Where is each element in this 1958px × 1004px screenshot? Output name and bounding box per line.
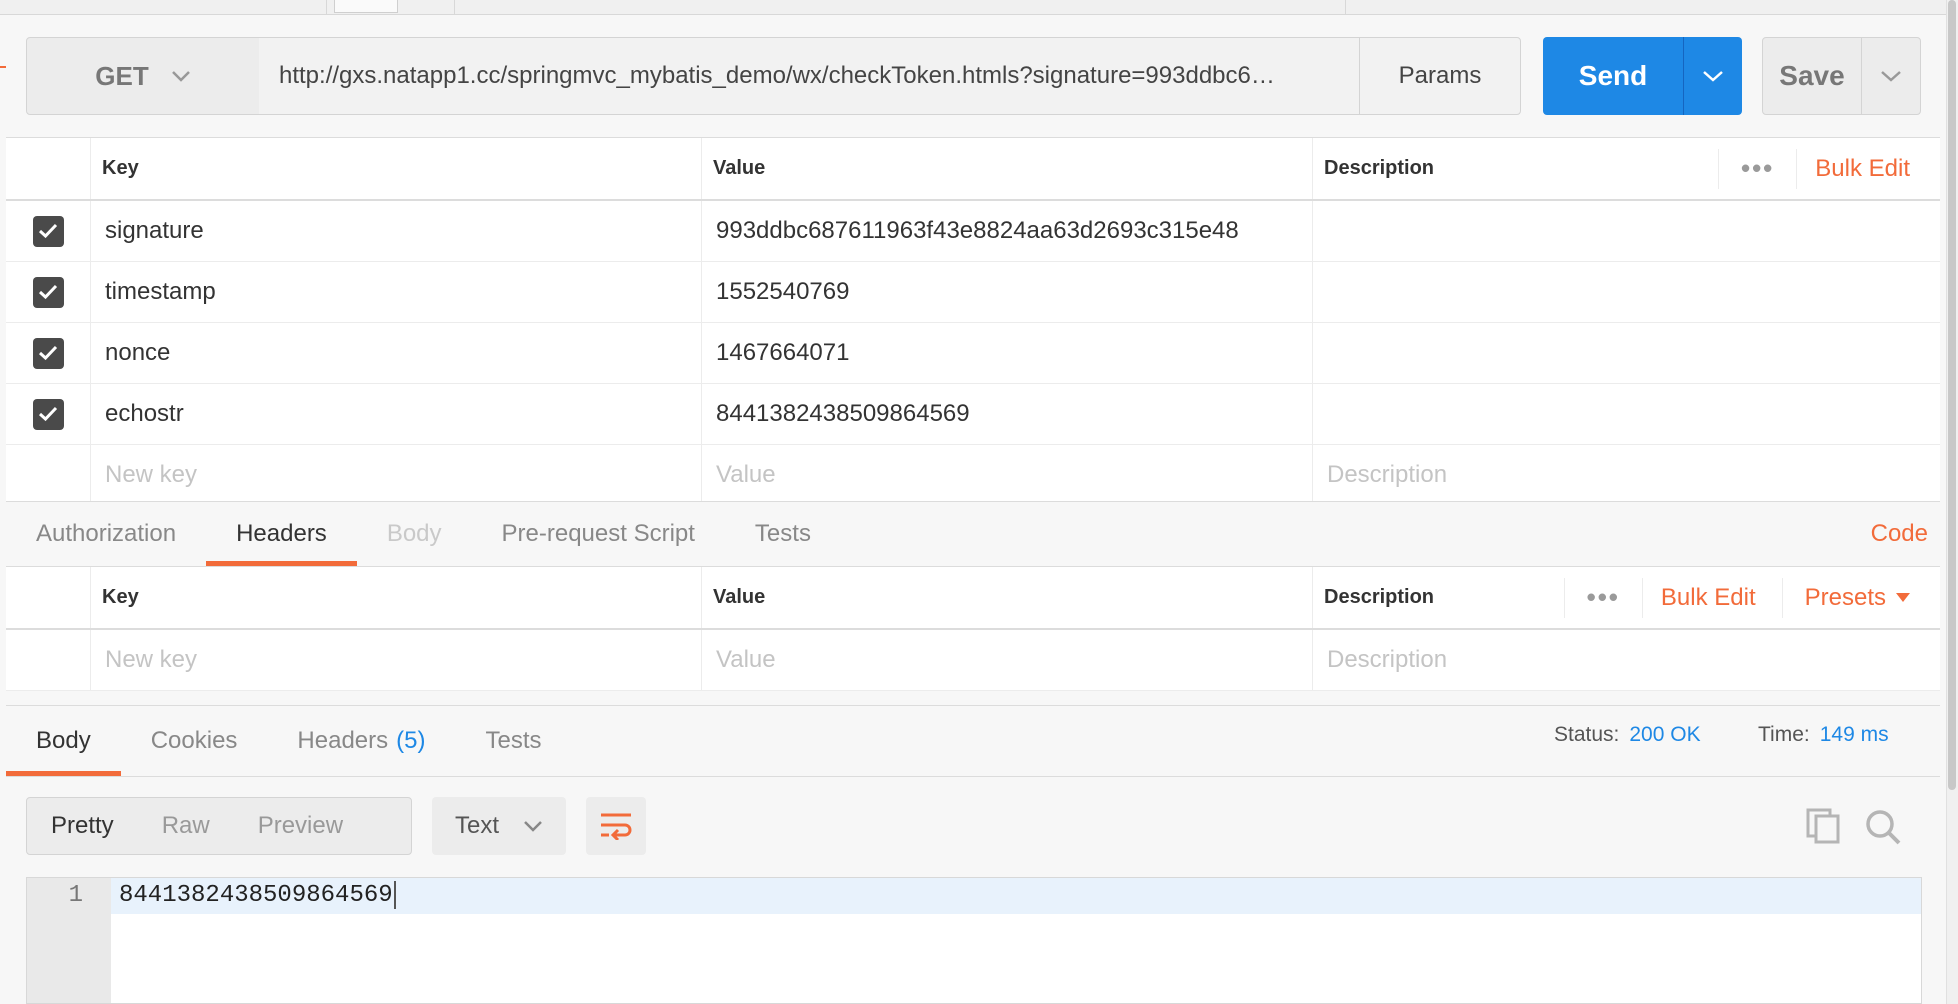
response-time: Time: 149 ms <box>1758 723 1889 746</box>
tab-pre-request-script[interactable]: Pre-request Script <box>472 502 725 566</box>
param-description[interactable] <box>1313 384 1940 444</box>
request-tab-strip <box>0 0 1958 15</box>
text-caret <box>393 880 396 909</box>
view-mode-segmented: Pretty Raw Preview <box>26 797 412 855</box>
col-value: Value <box>702 567 1313 628</box>
send-button[interactable]: Send <box>1543 37 1683 115</box>
copy-icon[interactable] <box>1806 808 1840 849</box>
wrap-lines-button[interactable] <box>586 797 646 855</box>
more-options-icon[interactable]: ••• <box>1565 582 1642 613</box>
col-description: Description ••• Bulk Edit Presets <box>1313 567 1940 628</box>
new-key-input[interactable]: New key <box>91 445 702 505</box>
check-icon <box>38 345 58 361</box>
table-row: nonce 1467664071 <box>6 323 1940 384</box>
param-key[interactable]: nonce <box>91 323 702 383</box>
headers-table: Key Value Description ••• Bulk Edit Pres… <box>6 566 1940 691</box>
chevron-down-icon <box>1881 71 1901 82</box>
bulk-edit-button[interactable]: Bulk Edit <box>1797 155 1910 183</box>
new-header-key-input[interactable]: New key <box>91 630 702 690</box>
new-param-row: New key Value Description <box>6 445 1940 506</box>
new-header-description-input[interactable]: Description <box>1313 630 1940 690</box>
col-key: Key <box>91 138 702 199</box>
row-checkbox[interactable] <box>32 276 64 308</box>
chevron-down-icon <box>1703 71 1723 82</box>
param-value[interactable]: 1467664071 <box>702 323 1313 383</box>
tab-body[interactable]: Body <box>357 502 472 566</box>
format-select[interactable]: Text <box>432 797 566 855</box>
presets-dropdown[interactable]: Presets <box>1783 584 1910 612</box>
param-value[interactable]: 993ddbc687611963f43e8824aa63d2693c315e48 <box>702 201 1313 261</box>
method-select[interactable]: GET <box>26 37 260 115</box>
response-body-editor[interactable]: 1 8441382438509864569 <box>26 877 1922 1004</box>
table-row: echostr 8441382438509864569 <box>6 384 1940 445</box>
response-tab-body[interactable]: Body <box>6 706 121 776</box>
left-accent <box>0 66 6 68</box>
col-key: Key <box>91 567 702 628</box>
new-description-input[interactable]: Description <box>1313 445 1940 505</box>
tab-headers[interactable]: Headers <box>206 502 357 566</box>
time-value: 149 ms <box>1819 723 1889 746</box>
tab-authorization[interactable]: Authorization <box>6 502 206 566</box>
request-tab-active[interactable] <box>334 0 398 13</box>
caret-down-icon <box>1896 592 1910 602</box>
headers-count-badge: (5) <box>396 727 426 754</box>
scrollbar-thumb[interactable] <box>1948 0 1956 790</box>
response-status: Status: 200 OK <box>1554 723 1701 746</box>
more-options-icon[interactable]: ••• <box>1719 153 1796 184</box>
table-row: signature 993ddbc687611963f43e8824aa63d2… <box>6 201 1940 262</box>
tab-tests[interactable]: Tests <box>725 502 841 566</box>
request-tab[interactable] <box>26 0 327 14</box>
check-icon <box>38 406 58 422</box>
check-icon <box>38 223 58 239</box>
request-tabs: Authorization Headers Body Pre-request S… <box>6 501 1940 566</box>
response-tab-tests[interactable]: Tests <box>455 706 571 776</box>
params-button[interactable]: Params <box>1359 37 1521 115</box>
table-row: timestamp 1552540769 <box>6 262 1940 323</box>
chevron-down-icon <box>524 821 542 832</box>
new-value-input[interactable]: Value <box>702 445 1313 505</box>
request-tab[interactable] <box>454 0 1346 14</box>
response-tab-cookies[interactable]: Cookies <box>121 706 268 776</box>
param-key[interactable]: echostr <box>91 384 702 444</box>
row-checkbox[interactable] <box>32 398 64 430</box>
view-raw-button[interactable]: Raw <box>138 812 234 840</box>
view-preview-button[interactable]: Preview <box>234 812 367 840</box>
line-number: 1 <box>68 882 83 909</box>
view-pretty-button[interactable]: Pretty <box>27 812 138 840</box>
param-value[interactable]: 8441382438509864569 <box>702 384 1313 444</box>
col-value: Value <box>702 138 1313 199</box>
method-label: GET <box>95 60 149 91</box>
new-header-value-input[interactable]: Value <box>702 630 1313 690</box>
url-input[interactable]: http://gxs.natapp1.cc/springmvc_mybatis_… <box>259 37 1360 115</box>
format-label: Text <box>454 812 499 839</box>
save-button[interactable]: Save <box>1762 37 1862 115</box>
params-table: Key Value Description ••• Bulk Edit sign… <box>6 137 1940 506</box>
params-table-header: Key Value Description ••• Bulk Edit <box>6 138 1940 201</box>
bulk-edit-button[interactable]: Bulk Edit <box>1643 584 1782 612</box>
status-value: 200 OK <box>1629 723 1701 746</box>
col-description: Description ••• Bulk Edit <box>1313 138 1940 199</box>
param-value[interactable]: 1552540769 <box>702 262 1313 322</box>
row-checkbox[interactable] <box>32 337 64 369</box>
param-description[interactable] <box>1313 262 1940 322</box>
code-link[interactable]: Code <box>1871 520 1928 548</box>
check-icon <box>38 284 58 300</box>
response-tab-headers[interactable]: Headers (5) <box>267 706 455 776</box>
param-key[interactable]: signature <box>91 201 702 261</box>
response-body-line: 8441382438509864569 <box>119 878 396 914</box>
param-description[interactable] <box>1313 201 1940 261</box>
save-dropdown-button[interactable] <box>1861 37 1921 115</box>
headers-table-header: Key Value Description ••• Bulk Edit Pres… <box>6 567 1940 630</box>
param-key[interactable]: timestamp <box>91 262 702 322</box>
param-description[interactable] <box>1313 323 1940 383</box>
new-header-row: New key Value Description <box>6 630 1940 691</box>
wrap-lines-icon <box>601 813 632 840</box>
url-text: http://gxs.natapp1.cc/springmvc_mybatis_… <box>279 62 1275 89</box>
search-icon[interactable] <box>1864 808 1902 851</box>
chevron-down-icon <box>171 71 190 82</box>
send-dropdown-button[interactable] <box>1683 37 1742 115</box>
row-checkbox[interactable] <box>32 215 64 247</box>
